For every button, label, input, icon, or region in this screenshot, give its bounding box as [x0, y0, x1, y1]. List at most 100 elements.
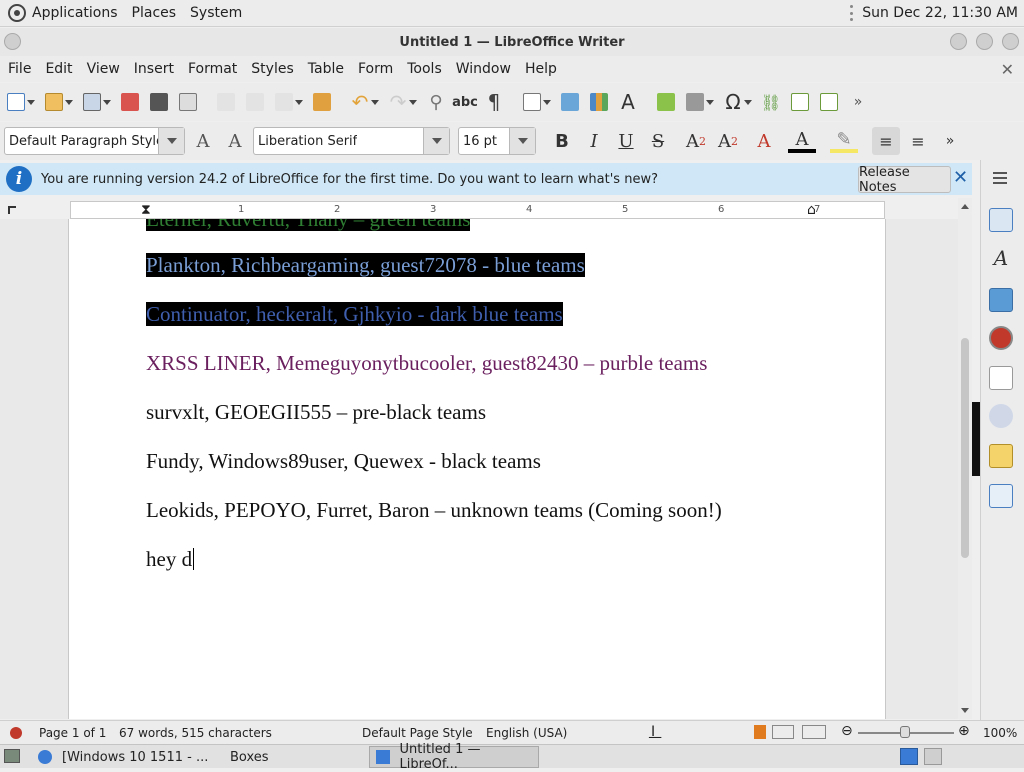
font-name-combo[interactable]: Liberation Serif	[253, 127, 450, 155]
page-style[interactable]: Default Page Style	[362, 726, 473, 740]
task-boxes[interactable]: Boxes	[224, 746, 364, 768]
zoom-slider-thumb[interactable]	[900, 726, 910, 738]
new-document-icon[interactable]	[3, 89, 35, 115]
strikethrough-icon[interactable]: S	[644, 127, 672, 155]
design-icon[interactable]	[989, 484, 1013, 508]
language[interactable]: English (USA)	[486, 726, 567, 740]
menu-window[interactable]: Window	[456, 61, 511, 77]
close-infobar-icon[interactable]: ✕	[953, 167, 968, 188]
zoom-level[interactable]: 100%	[983, 726, 1017, 740]
paragraph[interactable]: Continuator, heckeralt, Gjhkyio - dark b…	[146, 302, 563, 327]
gallery-icon[interactable]	[989, 288, 1013, 312]
hyperlink-icon[interactable]: ⛓	[758, 89, 784, 115]
multi-page-view-icon[interactable]	[772, 725, 794, 739]
sidebar-menu-icon[interactable]	[993, 172, 1007, 187]
window-titlebar[interactable]: Untitled 1 — LibreOffice Writer	[0, 28, 1024, 56]
insert-field-icon[interactable]	[682, 89, 714, 115]
paragraph[interactable]: survxlt, GEOEGII555 – pre-black teams	[146, 400, 486, 425]
properties-icon[interactable]	[989, 208, 1013, 232]
chevron-down-icon[interactable]	[158, 128, 184, 154]
scrollbar-thumb[interactable]	[961, 338, 969, 558]
highlight-color-icon[interactable]: ✎	[830, 129, 858, 153]
close-document-icon[interactable]: ✕	[1001, 60, 1014, 79]
toolbar-overflow-icon[interactable]: »	[845, 89, 871, 115]
chevron-down-icon[interactable]	[423, 128, 449, 154]
toolbar-overflow-icon[interactable]: »	[936, 127, 964, 155]
paragraph[interactable]: Fundy, Windows89user, Quewex - black tea…	[146, 449, 541, 474]
paste-icon[interactable]	[271, 89, 303, 115]
maximize-button[interactable]	[976, 33, 993, 50]
insert-table-icon[interactable]	[519, 89, 551, 115]
special-character-icon[interactable]: Ω	[720, 89, 752, 115]
redo-icon[interactable]: ↷	[385, 89, 417, 115]
subscript-icon[interactable]: A2	[714, 127, 742, 155]
undo-icon[interactable]: ↶	[347, 89, 379, 115]
menu-edit[interactable]: Edit	[45, 61, 72, 77]
underline-icon[interactable]: U	[612, 127, 640, 155]
menu-view[interactable]: View	[87, 61, 120, 77]
menu-insert[interactable]: Insert	[134, 61, 174, 77]
task-windows-vm[interactable]: [Windows 10 1511 - ...	[32, 746, 218, 768]
align-center-icon[interactable]: ≡	[904, 127, 932, 155]
task-libreoffice-writer[interactable]: Untitled 1 — LibreOf...	[369, 742, 539, 772]
release-notes-button[interactable]: Release Notes	[858, 165, 951, 195]
single-page-view-icon[interactable]	[754, 725, 766, 739]
insert-mode-icon[interactable]: I͟	[651, 724, 655, 740]
page-number[interactable]: Page 1 of 1	[39, 726, 106, 740]
menu-styles[interactable]: Styles	[251, 61, 293, 77]
superscript-icon[interactable]: A2	[682, 127, 710, 155]
document-page[interactable]: Eternel, Ruvertu, Thany – green teams Pl…	[68, 219, 886, 719]
zoom-out-icon[interactable]: ⊖	[841, 723, 853, 739]
update-style-icon[interactable]: A	[189, 127, 217, 155]
footnote-icon[interactable]	[787, 89, 813, 115]
manage-changes-icon[interactable]	[989, 444, 1013, 468]
styles-icon[interactable]: A	[989, 246, 1013, 270]
menu-format[interactable]: Format	[188, 61, 237, 77]
menu-file[interactable]: File	[8, 61, 31, 77]
paragraph-style-combo[interactable]: Default Paragraph Style	[4, 127, 185, 155]
copy-icon[interactable]	[242, 89, 268, 115]
show-desktop-icon[interactable]	[4, 749, 20, 763]
word-count[interactable]: 67 words, 515 characters	[119, 726, 272, 740]
clear-formatting-icon[interactable]: A	[750, 127, 778, 155]
formatting-marks-icon[interactable]: ¶	[481, 89, 507, 115]
scroll-down-icon[interactable]	[961, 708, 969, 717]
print-preview-icon[interactable]	[175, 89, 201, 115]
menu-table[interactable]: Table	[308, 61, 344, 77]
header-footer-icon[interactable]	[816, 89, 842, 115]
bold-icon[interactable]: B	[548, 127, 576, 155]
paragraph[interactable]: Plankton, Richbeargaming, guest72078 - b…	[146, 253, 585, 278]
clock[interactable]: Sun Dec 22, 11:30 AM	[862, 5, 1018, 21]
insert-chart-icon[interactable]	[586, 89, 612, 115]
spelling-icon[interactable]: abc	[452, 89, 478, 115]
window-menu-button[interactable]	[4, 33, 21, 50]
paragraph[interactable]: Leokids, PEPOYO, Furret, Baron – unknown…	[146, 498, 722, 523]
print-icon[interactable]	[146, 89, 172, 115]
page-icon[interactable]	[989, 366, 1013, 390]
system-menu[interactable]: System	[190, 5, 242, 21]
align-left-icon[interactable]: ≡	[872, 127, 900, 155]
sidebar-collapse-handle[interactable]	[972, 402, 980, 476]
clone-formatting-icon[interactable]	[309, 89, 335, 115]
document-modified-icon[interactable]	[10, 727, 22, 739]
font-size-combo[interactable]: 16 pt	[458, 127, 536, 155]
cut-icon[interactable]	[213, 89, 239, 115]
writer-tray-icon[interactable]	[900, 748, 918, 765]
tab-stop-selector-icon[interactable]	[8, 206, 16, 214]
chevron-down-icon[interactable]	[509, 128, 535, 154]
zoom-in-icon[interactable]: ⊕	[958, 723, 970, 739]
book-view-icon[interactable]	[802, 725, 826, 739]
close-window-button[interactable]	[1002, 33, 1019, 50]
insert-textbox-icon[interactable]: A	[615, 89, 641, 115]
style-inspector-icon[interactable]	[989, 404, 1013, 428]
menu-form[interactable]: Form	[358, 61, 393, 77]
places-menu[interactable]: Places	[132, 5, 177, 21]
menu-help[interactable]: Help	[525, 61, 557, 77]
left-indent-marker-icon[interactable]: ⧗	[141, 202, 151, 218]
menu-tools[interactable]: Tools	[407, 61, 442, 77]
minimize-button[interactable]	[950, 33, 967, 50]
new-style-icon[interactable]: A	[221, 127, 249, 155]
workspace-switcher[interactable]	[924, 748, 942, 765]
scroll-up-icon[interactable]	[961, 200, 969, 209]
italic-icon[interactable]: I	[580, 127, 608, 155]
